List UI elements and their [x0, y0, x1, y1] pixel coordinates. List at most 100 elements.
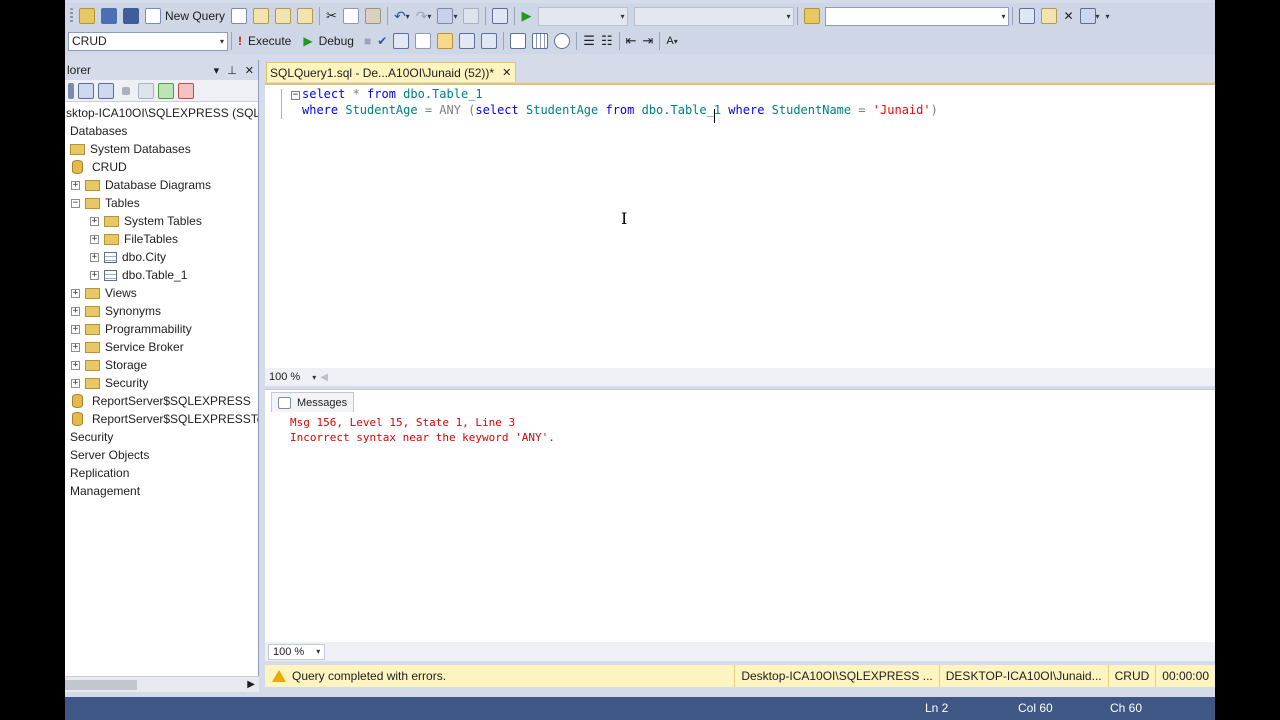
solution-platform-combo[interactable]: ▾ [634, 6, 795, 26]
tree-node-reportserver-temp[interactable]: ReportServer$SQLEXPRESSTemp [70, 410, 258, 428]
toolbar-overflow-icon[interactable]: ▾ [1103, 6, 1113, 26]
filter-icon[interactable] [138, 82, 154, 99]
decrease-indent-icon[interactable]: ⇤ [623, 31, 640, 51]
tree-node-management[interactable]: Management [70, 482, 140, 500]
increase-indent-icon[interactable]: ⇥ [640, 31, 657, 51]
expand-icon[interactable]: + [71, 306, 80, 316]
scroll-left-icon[interactable]: ◀ [320, 372, 328, 383]
activity-icon[interactable] [178, 82, 194, 99]
panel-dropdown-icon[interactable]: ▾ [214, 64, 220, 77]
options-icon[interactable]: ▾ [1077, 6, 1103, 26]
tree-node-synonyms[interactable]: + Synonyms [71, 302, 161, 320]
tree-node-programmability[interactable]: + Programmability [71, 320, 192, 338]
expand-icon[interactable]: + [71, 180, 80, 190]
debug-button[interactable]: ▶ Debug [300, 31, 357, 51]
connect-icon[interactable] [68, 82, 74, 99]
tree-node-replication[interactable]: Replication [70, 464, 129, 482]
close-panel-icon[interactable]: ✕ [245, 64, 254, 77]
navigate-backward-icon[interactable]: ▾ [434, 6, 460, 26]
expand-icon[interactable]: + [71, 324, 80, 334]
tree-node-service-broker[interactable]: + Service Broker [71, 338, 184, 356]
collapse-icon[interactable]: − [71, 198, 80, 208]
expand-icon[interactable]: + [90, 270, 99, 280]
results-zoom-combo[interactable]: 100 % ▾ [268, 643, 326, 660]
paste-icon[interactable] [362, 6, 384, 26]
intellisense-icon[interactable] [456, 31, 478, 51]
cancel-execution-icon[interactable]: ■ [361, 31, 374, 51]
editor-zoom-combo[interactable]: 100 % ▾ [265, 369, 320, 385]
find-combo[interactable]: ▾ [825, 6, 1010, 26]
results-to-file-icon[interactable] [551, 31, 573, 51]
properties-icon[interactable] [1038, 6, 1060, 26]
tree-node-database-diagrams[interactable]: + Database Diagrams [71, 176, 211, 194]
sql-editor[interactable]: − select * from dbo.Table_1 where Studen… [265, 83, 1215, 370]
connect-server-icon[interactable] [78, 82, 94, 99]
scrollbar-thumb[interactable] [65, 680, 137, 690]
expand-icon[interactable]: + [90, 234, 99, 244]
parse-icon[interactable]: ✔ [374, 31, 390, 51]
results-to-grid-icon[interactable] [529, 31, 551, 51]
tree-node-system-tables[interactable]: + System Tables [90, 212, 202, 230]
disconnect-icon[interactable] [98, 82, 114, 99]
tree-node-filetables[interactable]: + FileTables [90, 230, 178, 248]
messages-content[interactable]: Msg 156, Level 15, State 1, Line 3 Incorr… [290, 415, 555, 445]
tree-node-dbo-city[interactable]: + dbo.City [90, 248, 166, 266]
open-file-icon[interactable] [76, 6, 98, 26]
activity-monitor-icon[interactable] [489, 6, 511, 26]
expand-icon[interactable]: + [90, 252, 99, 262]
comment-out-icon[interactable]: ☰ [580, 31, 598, 51]
display-estimated-plan-icon[interactable] [390, 31, 412, 51]
toolbox-icon[interactable]: ✕ [1060, 6, 1076, 26]
expand-icon[interactable]: + [90, 216, 99, 226]
tree-node-server[interactable]: sktop-ICA10OI\SQLEXPRESS (SQL Se [66, 104, 258, 122]
messages-tab[interactable]: Messages [271, 392, 355, 412]
tree-node-reportserver[interactable]: ReportServer$SQLEXPRESS [70, 392, 251, 410]
new-query-button[interactable]: New Query [142, 6, 228, 26]
find-in-files-icon[interactable] [801, 6, 823, 26]
include-actual-plan-icon[interactable] [478, 31, 500, 51]
available-databases-combo[interactable]: CRUD ▾ [68, 31, 228, 51]
object-explorer-icon[interactable] [1016, 6, 1038, 26]
refresh-icon[interactable] [158, 82, 174, 99]
explorer-horizontal-scrollbar[interactable]: ▶ [65, 676, 259, 692]
stop-icon[interactable] [122, 86, 130, 95]
solution-config-combo[interactable]: ▾ [538, 6, 629, 26]
tree-node-system-databases[interactable]: System Databases [70, 140, 191, 158]
tree-node-dbo-table-1[interactable]: + dbo.Table_1 [90, 266, 187, 284]
specify-values-icon[interactable] [434, 31, 456, 51]
navigate-forward-icon[interactable] [460, 6, 482, 26]
save-icon[interactable] [98, 6, 120, 26]
pin-icon[interactable]: ⊥ [227, 64, 237, 77]
results-to-text-icon[interactable] [507, 31, 529, 51]
close-tab-icon[interactable]: ✕ [502, 66, 511, 79]
expand-icon[interactable]: + [71, 360, 80, 370]
redo-icon[interactable]: ↷ ▾ [413, 6, 435, 26]
mdx-query-icon[interactable] [272, 6, 294, 26]
tree-node-databases[interactable]: Databases [70, 122, 127, 140]
uncomment-icon[interactable]: ☷ [598, 31, 616, 51]
scroll-right-icon[interactable]: ▶ [247, 677, 255, 693]
tree-node-crud[interactable]: CRUD [70, 158, 127, 176]
tree-node-security-db[interactable]: + Security [71, 374, 148, 392]
collapse-outline-icon[interactable]: − [291, 91, 300, 100]
expand-icon[interactable]: + [71, 342, 80, 352]
database-engine-query-icon[interactable] [228, 6, 250, 26]
toolbar-grip[interactable] [67, 6, 76, 26]
execute-button[interactable]: ! Execute [235, 31, 294, 51]
dmx-query-icon[interactable] [294, 6, 316, 26]
analysis-query-icon[interactable] [250, 6, 272, 26]
query-designer-icon[interactable] [412, 31, 434, 51]
tree-node-tables[interactable]: − Tables [71, 194, 140, 212]
start-icon[interactable]: ▶ [518, 6, 534, 26]
save-all-icon[interactable] [120, 6, 142, 26]
expand-icon[interactable]: + [71, 288, 80, 298]
specify-template-icon[interactable]: A ▾ [663, 31, 680, 51]
expand-icon[interactable]: + [71, 378, 80, 388]
undo-icon[interactable]: ↶ ▾ [391, 6, 413, 26]
query-tab[interactable]: SQLQuery1.sql - De...A10OI\Junaid (52))*… [266, 62, 517, 82]
tree-node-views[interactable]: + Views [71, 284, 137, 302]
copy-icon[interactable] [340, 6, 362, 26]
tree-node-security[interactable]: Security [70, 428, 113, 446]
cut-icon[interactable]: ✂ [323, 6, 340, 26]
tree-node-storage[interactable]: + Storage [71, 356, 147, 374]
